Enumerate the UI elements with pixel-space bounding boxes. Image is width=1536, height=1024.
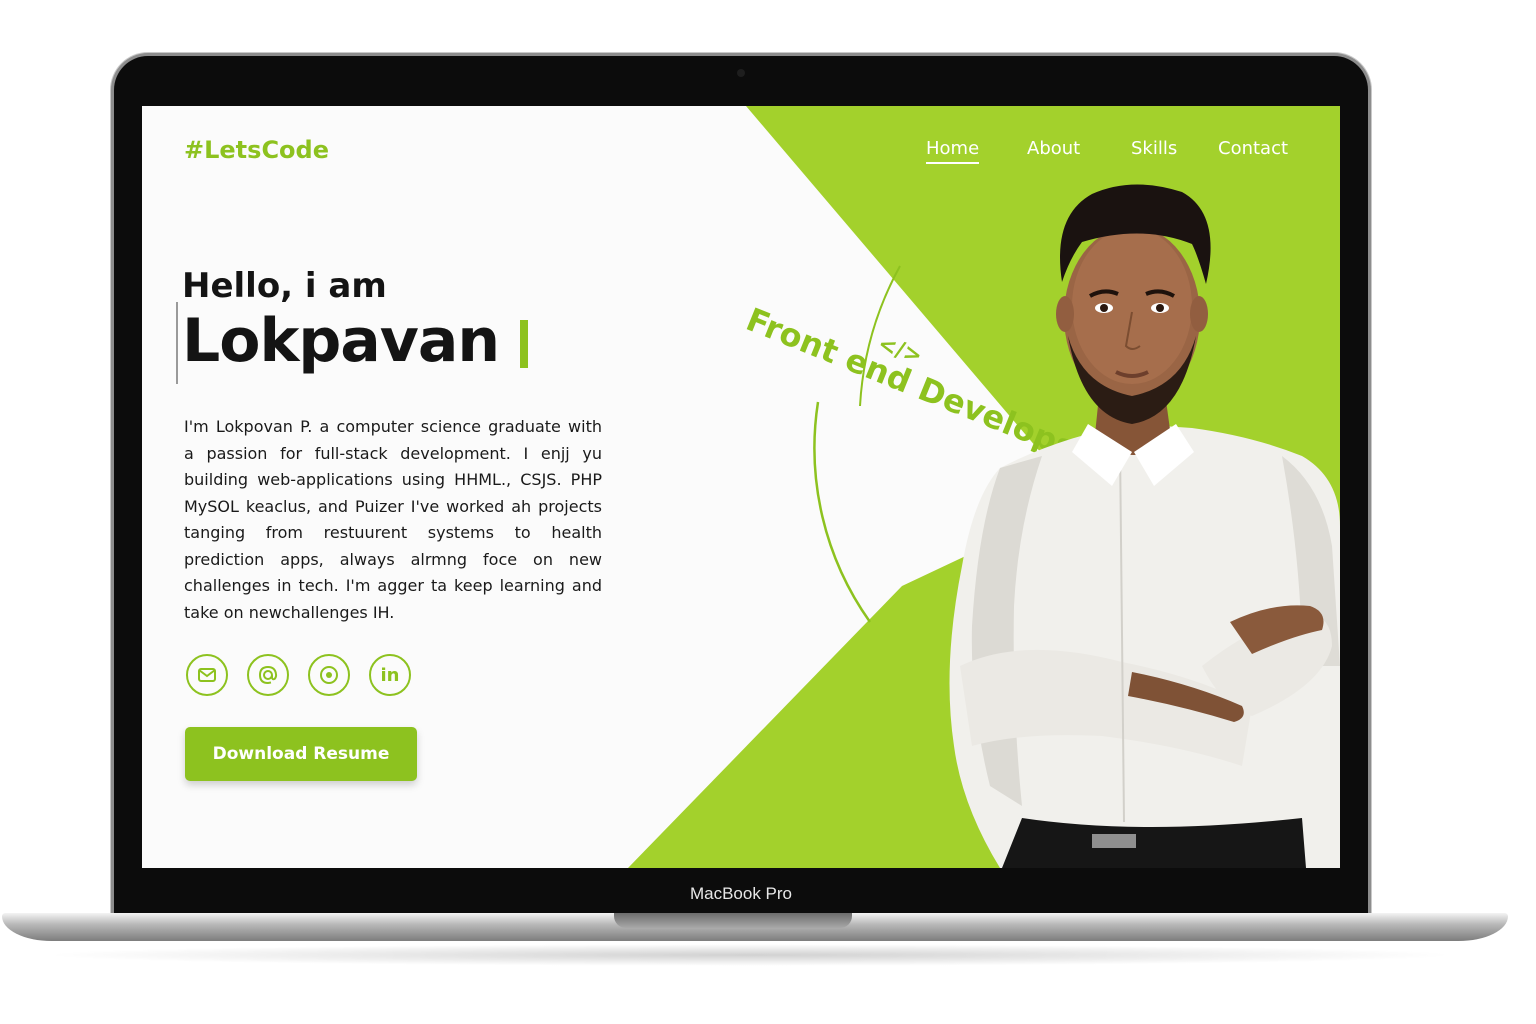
nav-home[interactable]: Home [926,138,980,164]
name-accent-line [176,302,178,384]
linkedin-text: in [380,664,400,686]
bio-paragraph: I'm Lokpovan P. a computer science gradu… [184,417,602,622]
laptop-notch [614,913,852,928]
device-label: MacBook Pro [689,884,793,903]
laptop-base [2,913,1508,941]
portfolio-screen: </> Front end Develops #LetsCode Home Ab… [142,106,1340,868]
target-icon[interactable] [308,654,350,696]
linkedin-icon[interactable]: in [369,654,411,696]
laptop-shadow [40,944,1460,966]
nav-skills[interactable]: Skills [1131,138,1177,159]
download-resume-button[interactable]: Download Resume [185,727,417,781]
typing-cursor [520,320,528,368]
greeting: Hello, i am [182,266,387,306]
hero-name: Lokpavan [182,306,500,376]
site-logo[interactable]: #LetsCode [184,136,329,164]
at-icon[interactable] [247,654,289,696]
nav-contact[interactable]: Contact [1218,138,1288,159]
nav-about[interactable]: About [1027,138,1080,159]
mail-icon[interactable] [186,654,228,696]
camera-icon [737,69,745,77]
